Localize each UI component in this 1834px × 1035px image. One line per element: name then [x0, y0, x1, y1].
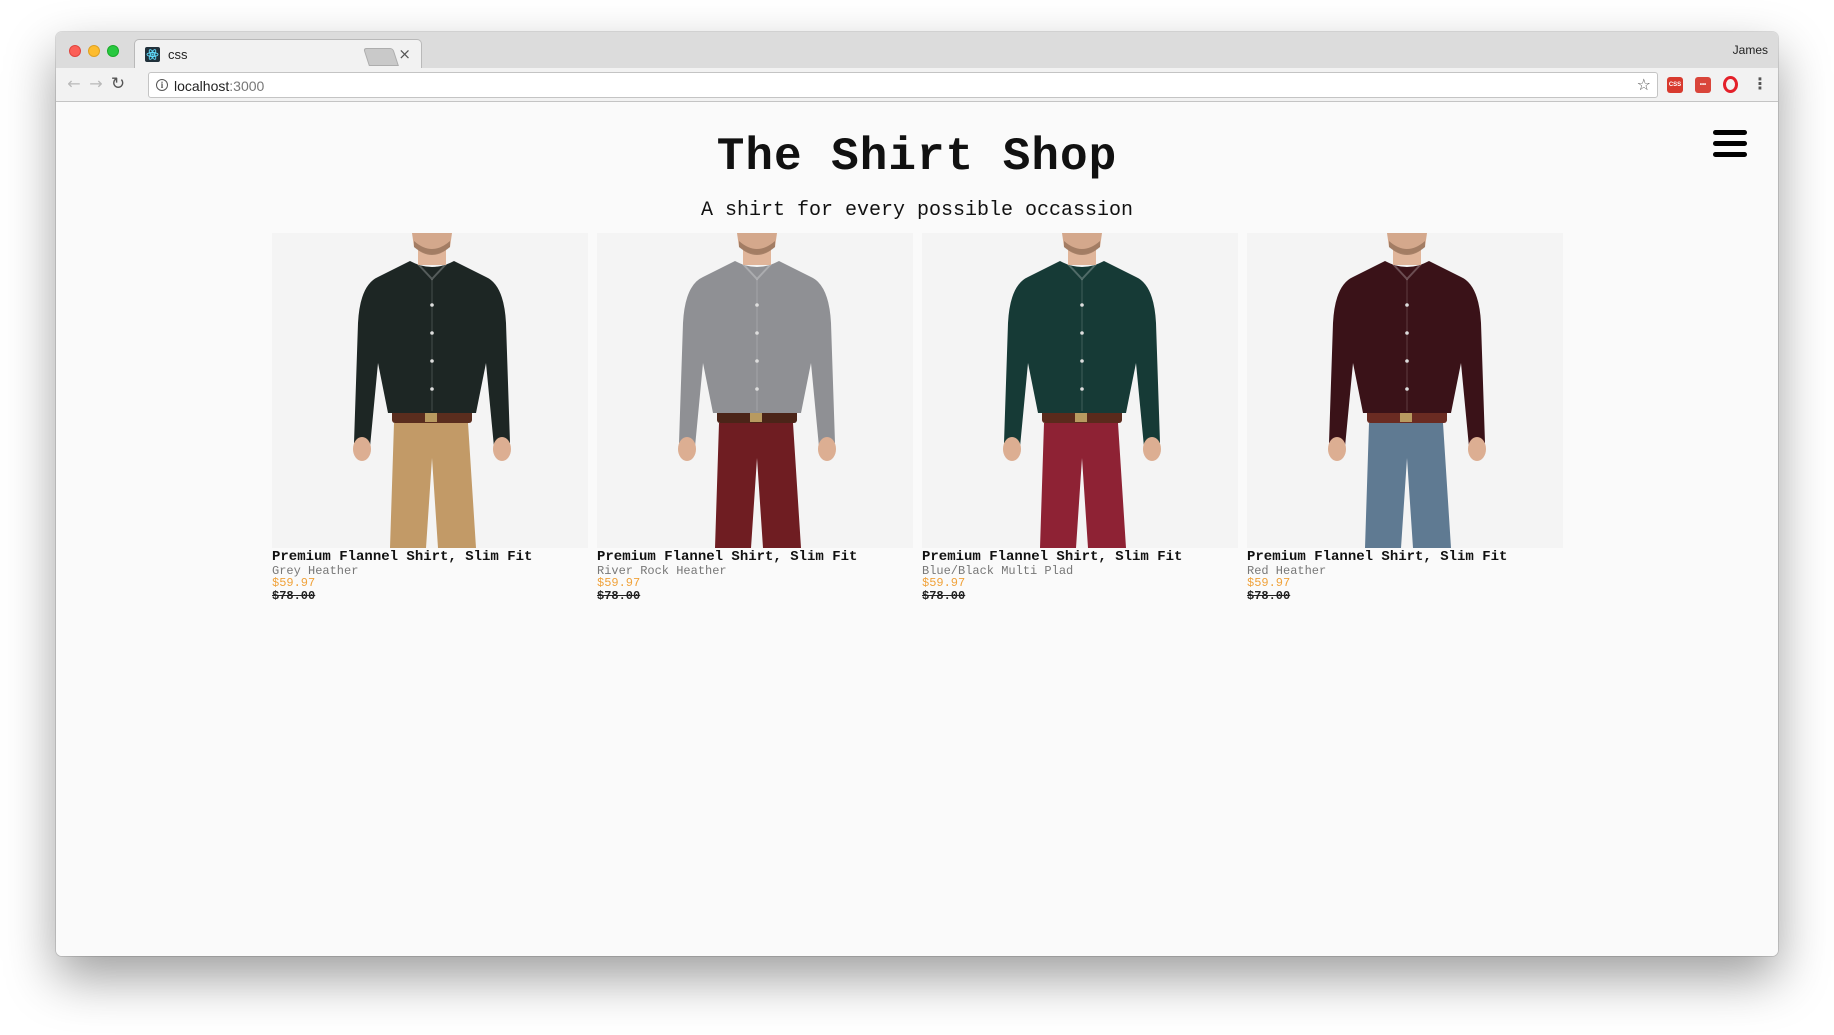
react-icon: [145, 47, 160, 62]
reload-icon[interactable]: ↻: [108, 74, 128, 94]
product-sale-price: $59.97: [1247, 576, 1291, 590]
product-name[interactable]: Premium Flannel Shirt, Slim Fit: [272, 549, 588, 565]
product-image[interactable]: [922, 233, 1238, 548]
profile-name[interactable]: James: [1733, 43, 1768, 57]
info-icon[interactable]: i: [156, 79, 168, 91]
address-bar[interactable]: i localhost:3000 ☆: [148, 72, 1658, 98]
product-original-price: $78.00: [272, 589, 316, 603]
tab-title: css: [168, 47, 188, 62]
product-card[interactable]: Premium Flannel Shirt, Slim Fit Grey Hea…: [272, 233, 588, 603]
url-port: :3000: [229, 78, 265, 94]
product-original-price: $78.00: [922, 589, 966, 603]
bookmark-star-icon[interactable]: ☆: [1637, 75, 1651, 94]
browser-toolbar: ← → ↻ i localhost:3000 ☆ CSS ••• ⋮: [56, 68, 1778, 102]
tab-close-icon[interactable]: ×: [398, 45, 411, 63]
product-original-price: $78.00: [1247, 589, 1291, 603]
product-card[interactable]: Premium Flannel Shirt, Slim Fit Blue/Bla…: [922, 233, 1238, 603]
product-grid: Premium Flannel Shirt, Slim Fit Grey Hea…: [272, 233, 1572, 633]
product-card[interactable]: Premium Flannel Shirt, Slim Fit River Ro…: [597, 233, 913, 603]
close-window-button[interactable]: [69, 45, 81, 57]
page-content: The Shirt Shop A shirt for every possibl…: [56, 103, 1778, 956]
product-color: Red Heather: [1247, 564, 1327, 578]
site-title: The Shirt Shop: [716, 131, 1118, 183]
product-name[interactable]: Premium Flannel Shirt, Slim Fit: [597, 549, 913, 565]
product-card[interactable]: Premium Flannel Shirt, Slim Fit Red Heat…: [1247, 233, 1563, 603]
product-image[interactable]: [1247, 233, 1563, 548]
tab-strip: css × James: [56, 32, 1778, 68]
product-image[interactable]: [597, 233, 913, 548]
product-sale-price: $59.97: [272, 576, 316, 590]
product-color: River Rock Heather: [597, 564, 727, 578]
product-name[interactable]: Premium Flannel Shirt, Slim Fit: [922, 549, 1238, 565]
red-ext-icon[interactable]: •••: [1695, 77, 1711, 93]
site-subtitle: A shirt for every possible occassion: [700, 199, 1134, 222]
browser-menu-icon[interactable]: ⋮: [1752, 74, 1768, 94]
zoom-window-button[interactable]: [107, 45, 119, 57]
product-original-price: $78.00: [597, 589, 641, 603]
product-name[interactable]: Premium Flannel Shirt, Slim Fit: [1247, 549, 1563, 565]
minimize-window-button[interactable]: [88, 45, 100, 57]
url-text[interactable]: localhost:3000: [174, 78, 264, 94]
css-ext-icon[interactable]: CSS: [1667, 77, 1683, 93]
product-sale-price: $59.97: [597, 576, 641, 590]
url-host: localhost: [174, 78, 230, 94]
product-sale-price: $59.97: [922, 576, 966, 590]
opera-icon[interactable]: [1723, 76, 1738, 93]
back-arrow-icon[interactable]: ←: [64, 74, 84, 94]
product-image[interactable]: [272, 233, 588, 548]
forward-arrow-icon[interactable]: →: [86, 74, 106, 94]
browser-window: css × James ← → ↻ i localhost:3000 ☆ CSS…: [56, 32, 1778, 956]
screen: css × James ← → ↻ i localhost:3000 ☆ CSS…: [0, 0, 1834, 1035]
product-color: Blue/Black Multi Plad: [922, 564, 1074, 578]
product-color: Grey Heather: [272, 564, 359, 578]
new-tab-button[interactable]: [363, 48, 399, 66]
